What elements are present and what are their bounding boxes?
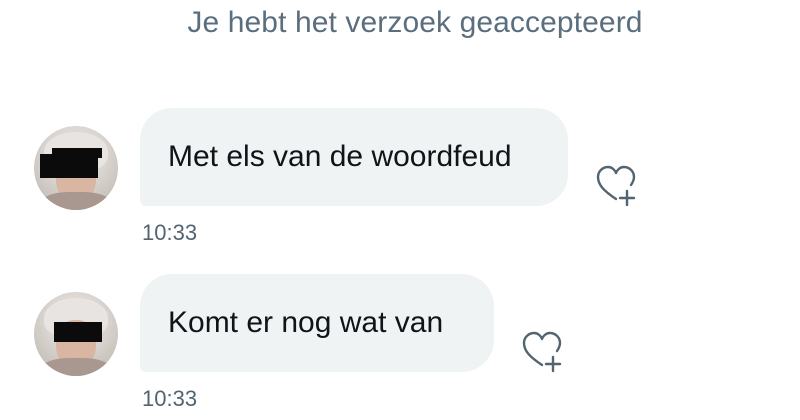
avatar-shirt — [40, 358, 112, 376]
censor-bar — [54, 322, 102, 342]
heart-plus-icon — [522, 331, 562, 373]
message-bubble[interactable]: Met els van de woordfeud — [140, 108, 568, 206]
message-timestamp: 10:33 — [142, 386, 198, 411]
add-reaction-button[interactable] — [593, 162, 639, 208]
message-timestamp: 10:33 — [142, 220, 198, 245]
conversation-view: Je hebt het verzoek geaccepteerd Met els… — [0, 0, 800, 420]
avatar-shirt — [40, 192, 112, 210]
heart-plus-icon — [596, 165, 636, 207]
censor-bar — [40, 154, 98, 178]
message-text: Komt er nog wat van — [168, 306, 444, 339]
message-bubble[interactable]: Komt er nog wat van — [140, 274, 494, 372]
sender-avatar[interactable] — [34, 126, 118, 210]
request-accepted-note: Je hebt het verzoek geaccepteerd — [187, 6, 643, 39]
add-reaction-button[interactable] — [519, 328, 565, 374]
message-text: Met els van de woordfeud — [168, 140, 512, 173]
sender-avatar[interactable] — [34, 292, 118, 376]
